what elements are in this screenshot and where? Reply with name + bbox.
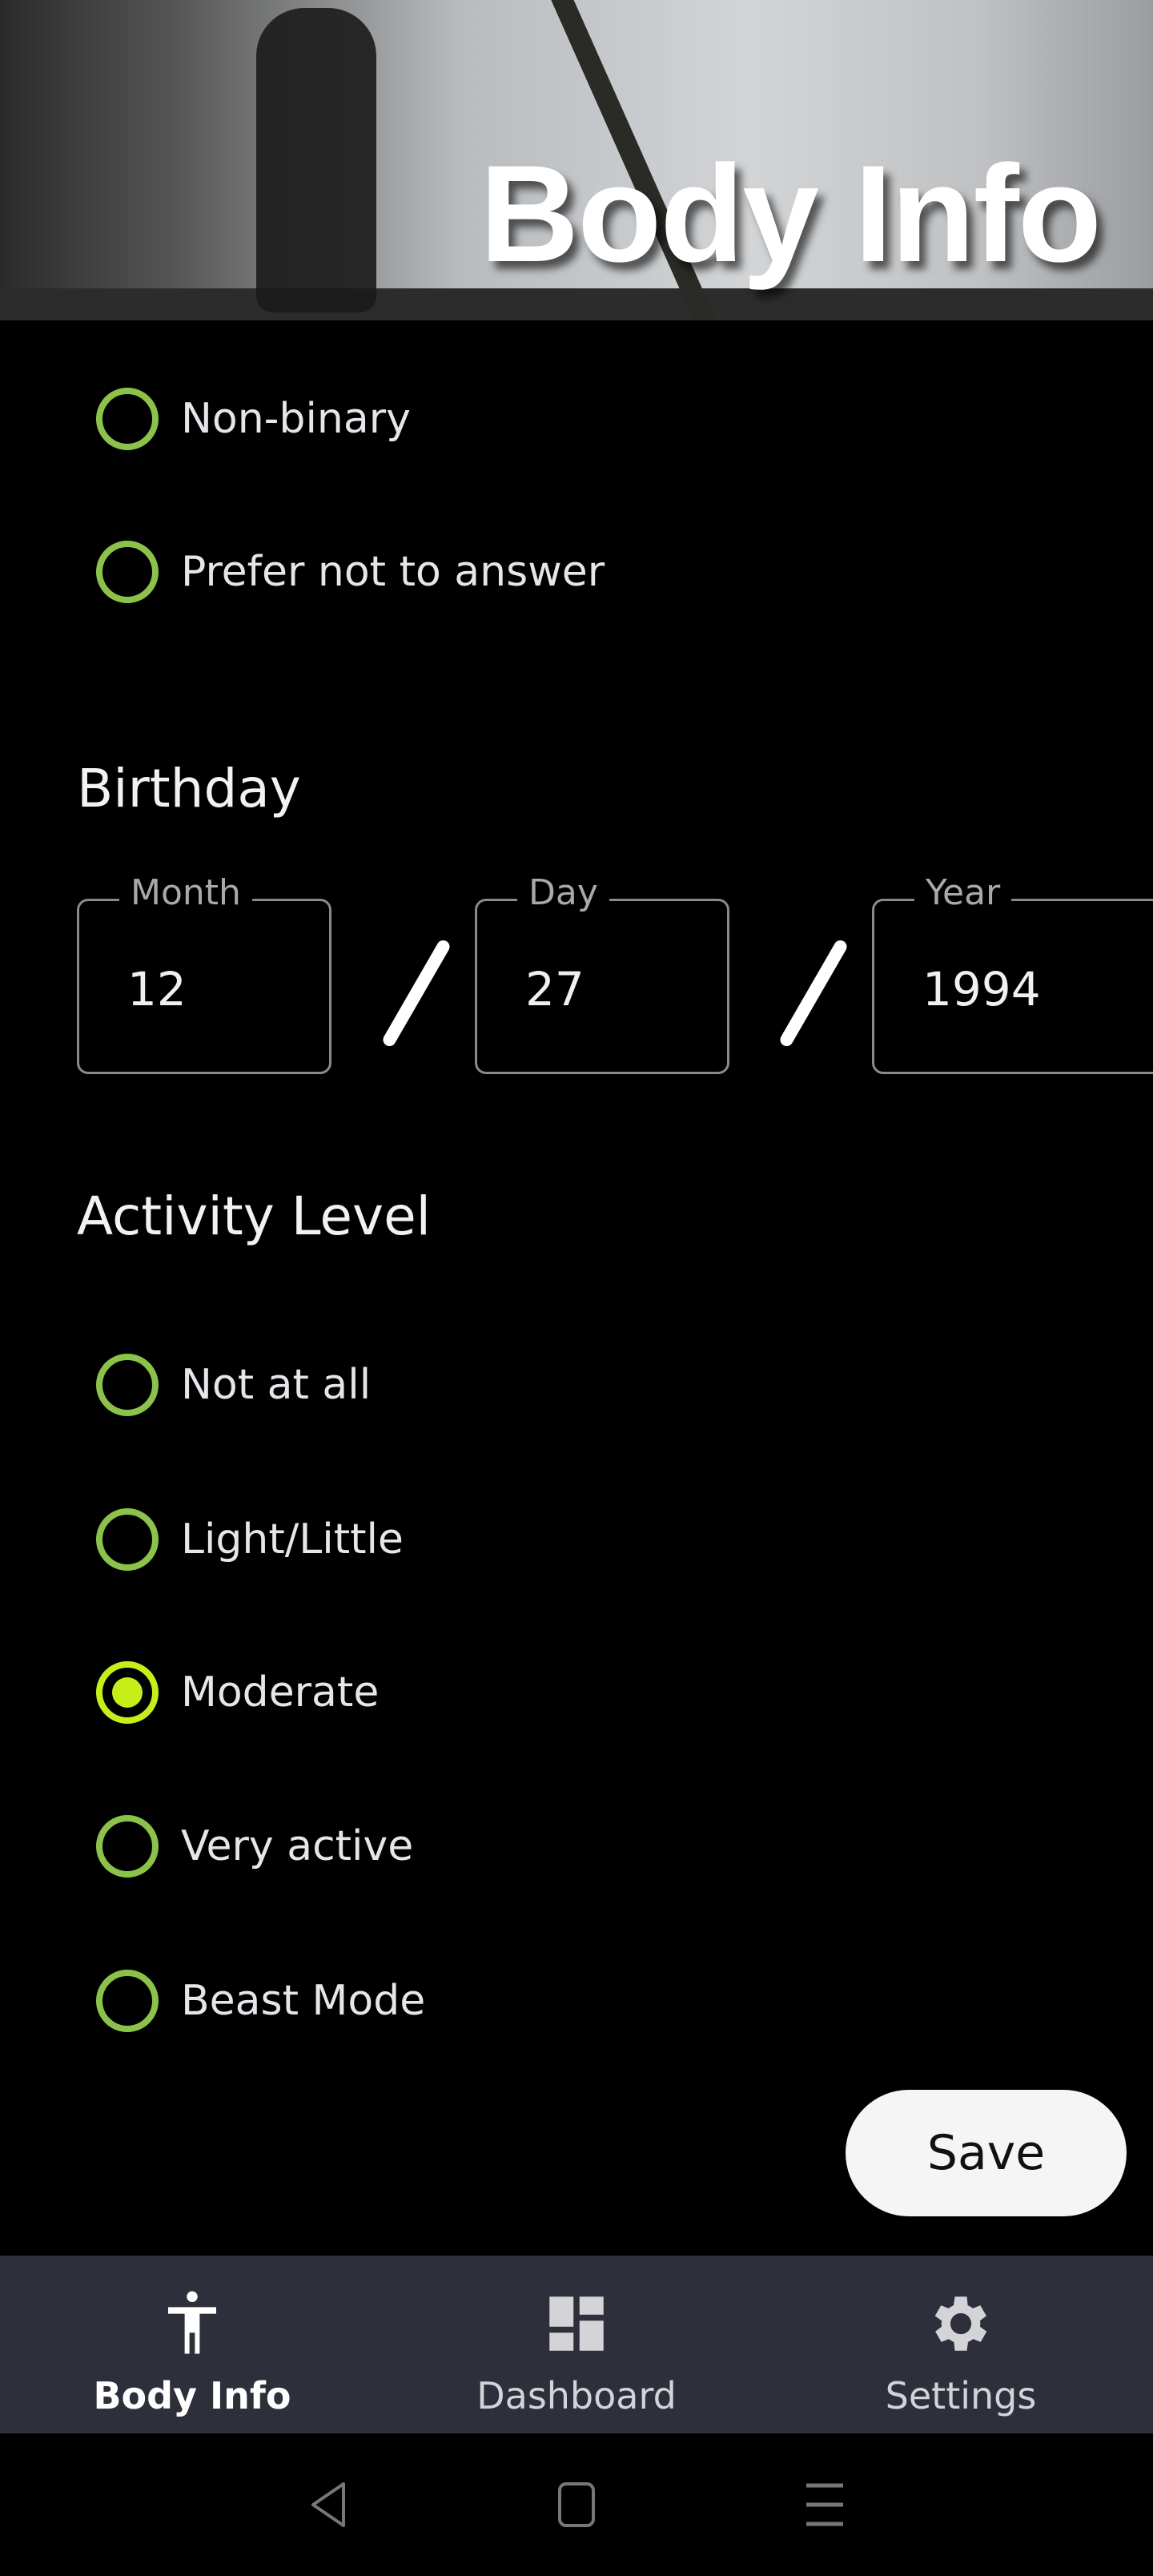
radio-circle-icon: [96, 1970, 159, 2032]
year-field[interactable]: Year 1994: [872, 872, 1153, 1074]
nav-label: Settings: [885, 2374, 1037, 2417]
radio-label: Light/Little: [181, 1515, 404, 1564]
gear-icon: [934, 2296, 987, 2351]
radio-label: Beast Mode: [181, 1977, 426, 2025]
radio-light[interactable]: Light/Little: [96, 1507, 404, 1572]
radio-circle-icon: [96, 1354, 159, 1416]
month-value[interactable]: 12: [127, 962, 187, 1016]
radio-circle-icon: [96, 1508, 159, 1571]
banner-athlete-image: [256, 8, 376, 312]
date-separator: [380, 938, 452, 1049]
day-value[interactable]: 27: [525, 962, 585, 1016]
save-button[interactable]: Save: [846, 2090, 1127, 2216]
header-banner: Body Info: [0, 0, 1153, 320]
year-value[interactable]: 1994: [922, 962, 1041, 1016]
nav-label: Dashboard: [476, 2374, 677, 2417]
nav-body-info[interactable]: Body Info: [0, 2256, 384, 2433]
radio-label: Prefer not to answer: [181, 548, 605, 596]
radio-label: Very active: [181, 1822, 414, 1870]
radio-label: Non-binary: [181, 395, 411, 443]
radio-selected-icon: [96, 1661, 159, 1724]
radio-circle-icon: [96, 1815, 159, 1878]
system-nav-bar: [0, 2433, 1153, 2576]
day-label: Day: [517, 872, 609, 913]
nav-label: Body Info: [93, 2374, 291, 2417]
activity-heading: Activity Level: [77, 1185, 432, 1247]
banner-floor: [0, 288, 1153, 320]
accessibility-icon: [168, 2291, 216, 2354]
dashboard-icon: [549, 2296, 604, 2351]
nav-dashboard[interactable]: Dashboard: [384, 2256, 769, 2433]
page-title: Body Info: [480, 137, 1102, 291]
radio-label: Not at all: [181, 1361, 372, 1409]
back-icon[interactable]: [308, 2481, 348, 2529]
month-field[interactable]: Month 12: [77, 872, 331, 1074]
day-field[interactable]: Day 27: [475, 872, 729, 1074]
nav-settings[interactable]: Settings: [769, 2256, 1153, 2433]
recents-icon[interactable]: [805, 2481, 845, 2529]
radio-label: Moderate: [181, 1668, 380, 1717]
year-label: Year: [914, 872, 1012, 913]
radio-moderate[interactable]: Moderate: [96, 1660, 379, 1725]
birthday-heading: Birthday: [77, 758, 301, 819]
radio-beast-mode[interactable]: Beast Mode: [96, 1969, 425, 2033]
radio-circle-icon: [96, 541, 159, 603]
radio-non-binary[interactable]: Non-binary: [96, 387, 411, 451]
radio-not-at-all[interactable]: Not at all: [96, 1353, 371, 1417]
radio-circle-icon: [96, 388, 159, 450]
date-separator: [777, 938, 850, 1049]
bottom-nav: Body Info Dashboard Settings: [0, 2256, 1153, 2433]
month-label: Month: [119, 872, 252, 913]
radio-very-active[interactable]: Very active: [96, 1814, 413, 1878]
home-icon[interactable]: [556, 2481, 597, 2529]
radio-prefer-not[interactable]: Prefer not to answer: [96, 540, 605, 604]
